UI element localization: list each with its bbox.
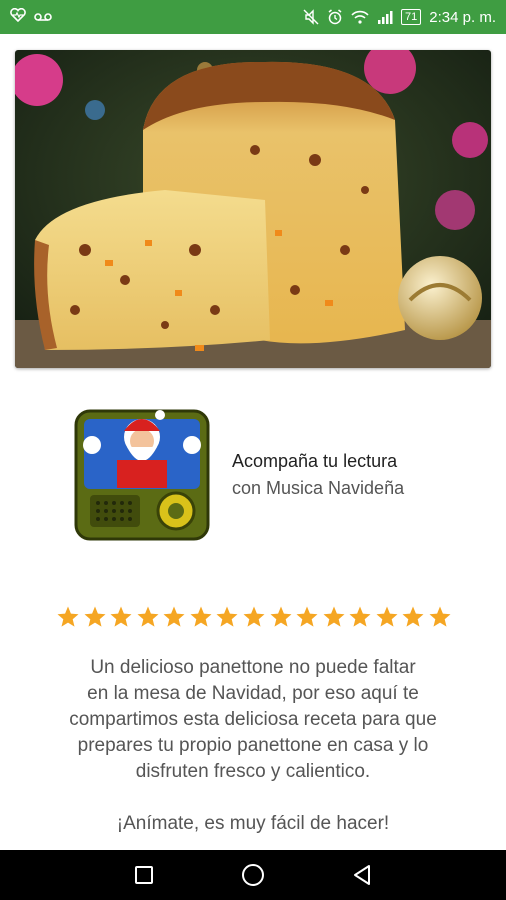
signal-icon: [377, 10, 393, 24]
star-icon: [243, 606, 265, 627]
heartbeat-icon: [10, 7, 26, 26]
panettone-photo: [15, 50, 491, 368]
santa-radio-icon[interactable]: [72, 405, 218, 545]
mute-icon: [303, 9, 319, 25]
star-icon: [402, 606, 424, 627]
status-time: 2:34 p. m.: [429, 8, 496, 26]
voicemail-icon: [34, 9, 52, 26]
star-icon: [137, 606, 159, 627]
star-icon: [163, 606, 185, 627]
star-icon: [190, 606, 212, 627]
wifi-icon: [351, 10, 369, 24]
star-icon: [110, 606, 132, 627]
promo-line2: con Musica Navideña: [232, 478, 405, 498]
star-icon: [296, 606, 318, 627]
promo-line1: Acompaña tu lectura: [232, 451, 398, 471]
promo-text: Acompaña tu lectura con Musica Navideña: [232, 451, 404, 499]
description-line: prepares tu propio panettone en casa y l…: [77, 735, 429, 756]
rating-stars: [56, 605, 452, 635]
recents-icon[interactable]: [131, 862, 157, 888]
star-icon: [429, 606, 451, 627]
star-icon: [57, 606, 79, 627]
description-line: en la mesa de Navidad, por eso aquí te: [87, 683, 419, 704]
navigation-bar: [0, 850, 506, 900]
battery-icon: 71: [401, 9, 422, 25]
description-line: disfruten fresco y calientico.: [135, 761, 371, 782]
description: Un delicioso panettone no puede faltar e…: [30, 655, 476, 837]
music-promo[interactable]: Acompaña tu lectura con Musica Navideña: [72, 405, 452, 545]
star-icon: [270, 606, 291, 627]
star-icon: [216, 606, 238, 627]
home-icon[interactable]: [240, 862, 266, 888]
call-to-action: ¡Anímate, es muy fácil de hacer!: [116, 813, 390, 834]
alarm-icon: [327, 9, 343, 25]
star-icon: [84, 606, 106, 627]
star-icon: [349, 606, 371, 627]
description-line: compartimos esta deliciosa receta para q…: [69, 709, 437, 730]
description-line: Un delicioso panettone no puede faltar: [90, 657, 416, 678]
star-icon: [323, 606, 345, 627]
back-icon[interactable]: [349, 862, 375, 888]
status-bar: 71 2:34 p. m.: [0, 0, 506, 34]
star-icon: [376, 606, 398, 627]
